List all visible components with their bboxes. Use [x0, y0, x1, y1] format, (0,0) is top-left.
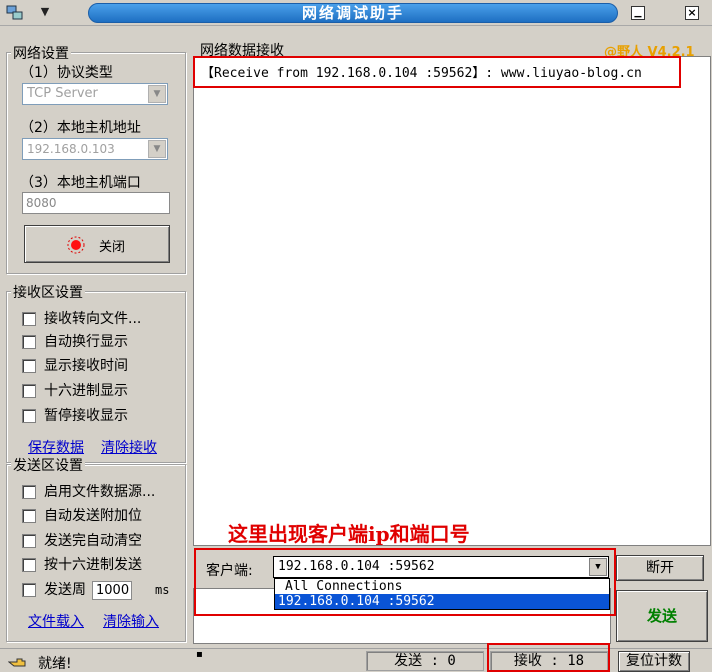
checkbox[interactable]	[22, 534, 36, 548]
highlight-received-message	[193, 56, 681, 88]
send-option-label: 自动发送附加位	[44, 508, 142, 524]
pointing-hand-icon	[8, 658, 26, 667]
recv-option-label: 自动换行显示	[44, 334, 128, 350]
checkbox[interactable]	[22, 485, 36, 499]
host-select[interactable]: 192.168.0.103 ▼	[22, 138, 168, 160]
checkbox[interactable]	[22, 583, 36, 597]
sent-counter: 发送 : 0	[366, 651, 484, 671]
app-icon[interactable]	[6, 5, 24, 21]
close-connection-button[interactable]: 关闭	[24, 225, 170, 263]
window-menu-icon[interactable]: ▼	[36, 4, 54, 20]
protocol-label: （1）协议类型	[20, 65, 113, 81]
send-settings-title: 发送区设置	[11, 455, 85, 475]
reset-counter-button[interactable]: 复位计数	[618, 651, 690, 672]
protocol-select[interactable]: TCP Server ▼	[22, 83, 168, 105]
recv-option-pause[interactable]: 暂停接收显示	[22, 406, 182, 428]
protocol-value: TCP Server	[27, 86, 98, 101]
checkbox[interactable]	[22, 509, 36, 523]
send-cycle-unit: ms	[155, 583, 170, 597]
recv-option-label: 暂停接收显示	[44, 408, 128, 424]
checkbox[interactable]	[22, 335, 36, 349]
recv-option-hex[interactable]: 十六进制显示	[22, 381, 182, 403]
checkbox[interactable]	[22, 359, 36, 373]
send-option-label: 按十六进制发送	[44, 557, 142, 573]
recv-option-time[interactable]: 显示接收时间	[22, 356, 182, 378]
send-cycle-input[interactable]: 1000	[92, 581, 132, 600]
chevron-down-icon[interactable]: ▼	[148, 85, 166, 103]
disconnect-button[interactable]: 断开	[616, 555, 704, 581]
status-separator-icon: ▪	[196, 649, 203, 660]
load-file-link[interactable]: 文件载入	[28, 611, 84, 631]
send-option-hex[interactable]: 按十六进制发送	[22, 555, 182, 577]
save-data-link[interactable]: 保存数据	[28, 437, 84, 457]
annotation-text: 这里出现客户端ip和端口号	[228, 522, 470, 546]
send-option-label: 发送完自动清空	[44, 533, 142, 549]
receive-settings-title: 接收区设置	[11, 282, 85, 302]
send-cycle-label: 发送周	[44, 582, 86, 598]
close-icon[interactable]: ×	[685, 6, 699, 20]
chevron-down-icon[interactable]: ▼	[148, 140, 166, 158]
network-settings-title: 网络设置	[11, 43, 71, 63]
host-value: 192.168.0.103	[27, 142, 115, 156]
port-input[interactable]: 8080	[22, 192, 170, 214]
recv-option-label: 十六进制显示	[44, 383, 128, 399]
send-button[interactable]: 发送	[616, 590, 708, 642]
checkbox[interactable]	[22, 312, 36, 326]
highlight-received-counter	[487, 643, 610, 672]
window-title: 网络调试助手	[88, 3, 618, 23]
minimize-icon[interactable]: ▁	[631, 6, 645, 20]
highlight-client-area	[194, 548, 616, 616]
recv-option-label: 显示接收时间	[44, 358, 128, 374]
connection-status-icon	[67, 236, 85, 254]
recv-option-wrap[interactable]: 自动换行显示	[22, 332, 182, 354]
host-label: （2）本地主机地址	[20, 120, 141, 136]
status-ready-text: 就绪!	[38, 656, 72, 672]
checkbox[interactable]	[22, 409, 36, 423]
send-option-auto-clear[interactable]: 发送完自动清空	[22, 531, 182, 553]
receive-textarea[interactable]	[193, 56, 711, 546]
checkbox[interactable]	[22, 384, 36, 398]
send-option-label: 启用文件数据源...	[44, 484, 156, 500]
clear-input-link[interactable]: 清除输入	[103, 611, 159, 631]
close-button-label: 关闭	[99, 240, 126, 255]
port-label: （3）本地主机端口	[20, 175, 141, 191]
clear-receive-link[interactable]: 清除接收	[101, 437, 157, 457]
send-option-append[interactable]: 自动发送附加位	[22, 506, 182, 528]
checkbox[interactable]	[22, 558, 36, 572]
send-option-file-source[interactable]: 启用文件数据源...	[22, 482, 182, 504]
recv-option-to-file[interactable]: 接收转向文件...	[22, 309, 182, 331]
recv-option-label: 接收转向文件...	[44, 311, 142, 327]
